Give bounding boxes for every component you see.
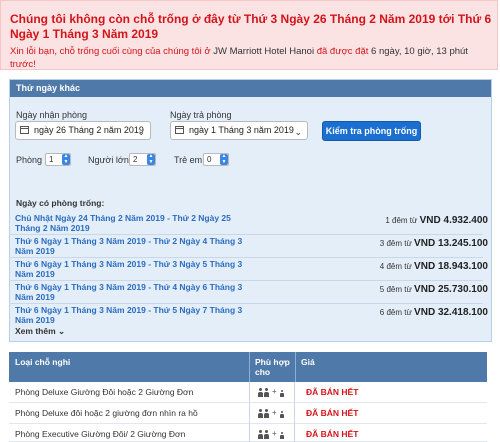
stepper-icon: ▲ ▼ (147, 153, 155, 165)
calendar-icon (20, 126, 29, 134)
availability-amount: VND 4.932.400 (419, 215, 488, 226)
adult-icon (264, 430, 269, 439)
children-label: Trẻ em (174, 155, 203, 165)
rooms-value: 1 (49, 155, 54, 164)
availability-dates-link[interactable]: Thứ 6 Ngày 1 Tháng 3 Năm 2019 - Thứ 4 Ng… (15, 282, 245, 302)
col-room-type: Loại chỗ nghỉ (15, 357, 71, 367)
occupancy-cell: + (249, 403, 295, 424)
alert-hotel-name: JW Marriott Hotel Hanoi (213, 46, 315, 57)
checkout-date-value: ngày 1 Tháng 3 năm 2019 (189, 125, 294, 135)
alert-duration: 6 ngày, 10 giờ, 13 phút (371, 46, 468, 57)
availability-nights: 1 đêm từ (385, 216, 418, 225)
stepper-icon: ▲ ▼ (220, 153, 228, 165)
availability-nights: 6 đêm từ (379, 308, 412, 317)
plus-icon: + (272, 429, 277, 438)
checkout-label: Ngày trả phòng (170, 110, 232, 120)
alert-title: Chúng tôi không còn chỗ trống ở đây từ T… (10, 12, 492, 41)
chevron-down-icon: ⌄ (137, 127, 145, 137)
checkin-label: Ngày nhận phòng (16, 110, 88, 120)
alert-message: Xin lỗi bạn, chỗ trống cuối cùng của chú… (10, 46, 494, 71)
room-name: Phòng Deluxe Giường Đôi hoặc 2 Giường Đơ… (15, 387, 194, 397)
panel-title: Thử ngày khác (10, 80, 491, 97)
alert-msg-mid: đã được đặt (316, 46, 369, 57)
row-divider (9, 280, 483, 281)
checkout-date-select[interactable]: ngày 1 Tháng 3 năm 2019 ⌄ (170, 121, 308, 140)
child-icon (280, 411, 284, 418)
checkin-date-value: ngày 26 Tháng 2 năm 2019 (34, 125, 144, 135)
room-name: Phòng Executive Giường Đôi/ 2 Giường Đơn (15, 429, 186, 439)
available-dates-heading: Ngày có phòng trống: (16, 198, 105, 208)
see-more-link[interactable]: Xem thêm ⌄ (15, 326, 65, 337)
alert-msg-suffix: trước! (10, 58, 36, 70)
chevron-down-icon: ⌄ (294, 127, 302, 137)
availability-amount: VND 18.943.100 (414, 261, 488, 272)
availability-price: 5 đêm từ VND 25.730.100 (288, 284, 488, 295)
availability-dates-link[interactable]: Chủ Nhật Ngày 24 Tháng 2 Năm 2019 - Thứ … (15, 213, 245, 233)
check-availability-button[interactable]: Kiểm tra phòng trống (322, 121, 421, 141)
rooms-select[interactable]: 1 ▲ ▼ (45, 153, 71, 166)
availability-price: 6 đêm từ VND 32.418.100 (288, 307, 488, 318)
availability-price: 4 đêm từ VND 18.943.100 (288, 261, 488, 272)
availability-nights: 4 đêm từ (379, 262, 412, 271)
checkin-date-select[interactable]: ngày 26 Tháng 2 năm 2019 ⌄ (15, 121, 151, 140)
col-sleeps: Phù hợp cho (255, 357, 290, 377)
table-row: Phòng Deluxe đôi hoặc 2 giường đơn nhìn … (9, 403, 487, 424)
rooms-label: Phòng (16, 155, 43, 165)
plus-icon: + (272, 408, 277, 417)
adult-icon (264, 409, 269, 418)
no-availability-alert: Chúng tôi không còn chỗ trống ở đây từ T… (0, 0, 498, 70)
children-select[interactable]: 0 ▲ ▼ (203, 153, 229, 166)
chevron-down-icon: ⌄ (58, 326, 66, 336)
adult-icon (258, 430, 263, 439)
sold-out-label: ĐÃ BÁN HẾT (306, 387, 359, 397)
occupancy-cell: + (249, 424, 295, 442)
sold-out-label: ĐÃ BÁN HẾT (306, 408, 359, 418)
see-more-label: Xem thêm (15, 326, 56, 336)
calendar-icon (175, 126, 184, 134)
availability-price: 3 đêm từ VND 13.245.100 (288, 238, 488, 249)
availability-amount: VND 25.730.100 (414, 284, 488, 295)
availability-dates-link[interactable]: Thứ 6 Ngày 1 Tháng 3 Năm 2019 - Thứ 3 Ng… (15, 259, 245, 279)
table-row: Phòng Executive Giường Đôi/ 2 Giường Đơn… (9, 424, 487, 442)
adult-icon (264, 388, 269, 397)
availability-price: 1 đêm từ VND 4.932.400 (288, 215, 488, 226)
row-divider (9, 303, 483, 304)
availability-amount: VND 32.418.100 (414, 307, 488, 318)
children-value: 0 (207, 155, 212, 164)
availability-nights: 3 đêm từ (379, 239, 412, 248)
adults-select[interactable]: 2 ▲ ▼ (129, 153, 156, 166)
adult-icon (258, 388, 263, 397)
adults-value: 2 (133, 155, 138, 164)
room-name: Phòng Deluxe đôi hoặc 2 giường đơn nhìn … (15, 408, 198, 418)
availability-nights: 5 đêm từ (379, 285, 412, 294)
table-row: Phòng Deluxe Giường Đôi hoặc 2 Giường Đơ… (9, 382, 487, 403)
plus-icon: + (272, 387, 277, 396)
child-icon (280, 432, 284, 439)
adults-label: Người lớn (88, 155, 129, 165)
child-icon (280, 390, 284, 397)
occupancy-cell: + (249, 382, 295, 403)
stepper-icon: ▲ ▼ (62, 153, 70, 165)
availability-amount: VND 13.245.100 (414, 238, 488, 249)
col-price: Giá (301, 357, 315, 367)
availability-dates-link[interactable]: Thứ 6 Ngày 1 Tháng 3 Năm 2019 - Thứ 2 Ng… (15, 236, 245, 256)
adult-icon (258, 409, 263, 418)
row-divider (9, 257, 483, 258)
row-divider (9, 234, 483, 235)
alert-msg-prefix: Xin lỗi bạn, chỗ trống cuối cùng của chú… (10, 46, 211, 57)
availability-dates-link[interactable]: Thứ 6 Ngày 1 Tháng 3 Năm 2019 - Thứ 5 Ng… (15, 305, 245, 325)
room-table-header: Loại chỗ nghỉ Phù hợp cho Giá (9, 352, 487, 382)
sold-out-label: ĐÃ BÁN HẾT (306, 429, 359, 439)
